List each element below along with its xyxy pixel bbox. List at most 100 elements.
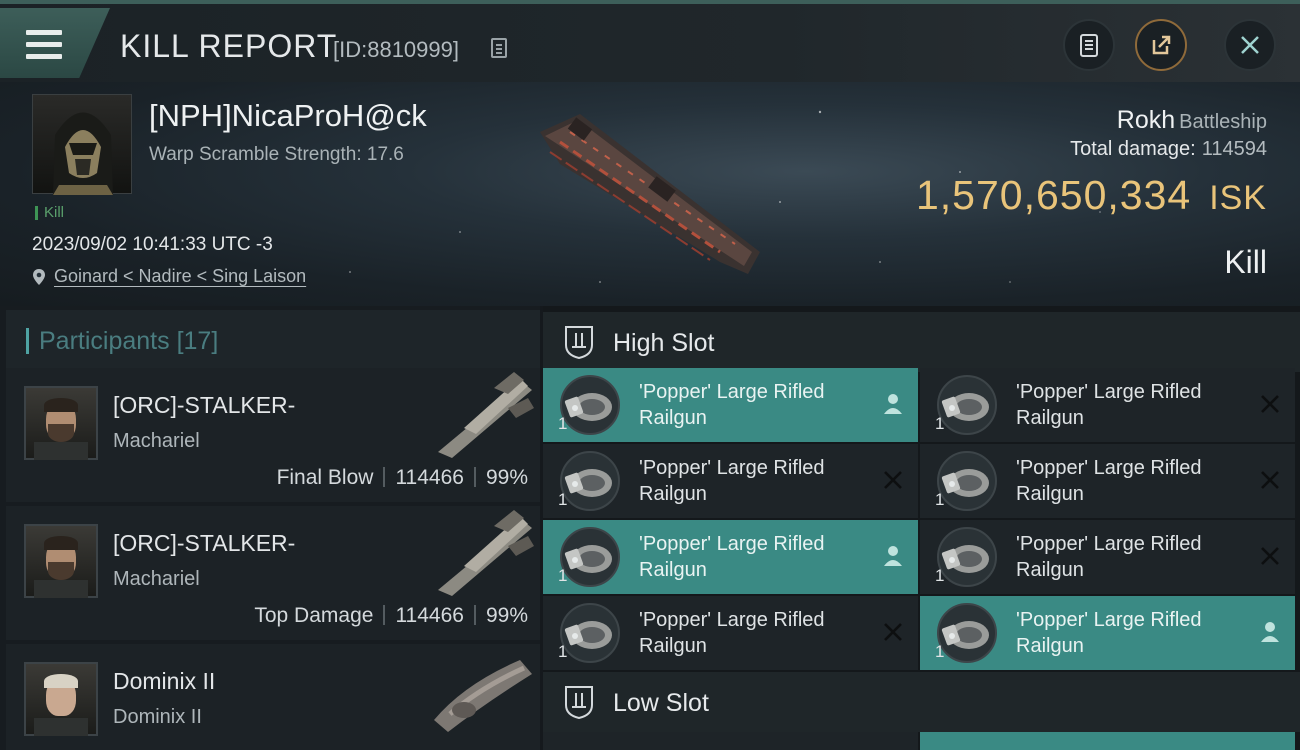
victim-avatar[interactable] <box>32 94 132 195</box>
high-slot-module[interactable]: 1 'Popper' Large Rifled Railgun <box>920 596 1295 670</box>
participant-name: Dominix II <box>113 668 216 694</box>
fitting-panel: High Slot 1 'Popper' Large Rifled Railgun… <box>543 306 1300 750</box>
participant-percent: 99% <box>485 604 528 627</box>
participant-ship: Dominix II <box>113 706 202 728</box>
menu-button[interactable] <box>0 8 110 78</box>
railgun-module-icon <box>560 527 620 587</box>
railgun-module-icon <box>937 527 997 587</box>
location-link[interactable]: Goinard < Nadire < Sing Laison <box>54 266 306 287</box>
module-name: 'Popper' Large Rifled Railgun <box>639 609 825 657</box>
victim-ship-image <box>540 114 760 274</box>
participant-avatar[interactable] <box>24 524 98 598</box>
railgun-module-icon <box>937 451 997 511</box>
module-name: 'Popper' Large Rifled Railgun <box>1016 533 1202 581</box>
module-quantity: 1 <box>558 642 568 661</box>
participant-damage: 114466 <box>395 604 464 627</box>
person-icon <box>884 394 902 414</box>
railgun-module-icon <box>560 451 620 511</box>
participant-ship: Machariel <box>113 430 200 452</box>
victim-name[interactable]: [NPH]NicaProH@ck <box>149 98 427 134</box>
module-name: 'Popper' Large Rifled Railgun <box>1016 381 1202 429</box>
ship-class: Battleship <box>1179 111 1267 133</box>
kill-location[interactable]: Goinard < Nadire < Sing Laison <box>32 266 306 287</box>
clipboard-icon <box>1080 34 1098 57</box>
module-quantity: 1 <box>935 414 945 433</box>
person-icon <box>1261 622 1279 642</box>
participants-header: Participants [17] <box>6 310 540 370</box>
high-slot-module[interactable]: 1 'Popper' Large Rifled Railgun <box>543 368 918 442</box>
module-name: 'Popper' Large Rifled Railgun <box>1016 609 1202 657</box>
participant-role: Final Blow <box>276 466 374 489</box>
participants-count: [17] <box>176 327 219 355</box>
low-slot-header: Low Slot <box>543 672 1300 732</box>
isk-unit: ISK <box>1209 179 1267 217</box>
railgun-module-icon <box>937 603 997 663</box>
share-button[interactable] <box>1135 19 1187 71</box>
isk-amount: 1,570,650,334 <box>915 172 1192 218</box>
module-name: 'Popper' Large Rifled Railgun <box>639 457 825 505</box>
high-slot-header: High Slot <box>543 312 1300 372</box>
low-slot-module-peek[interactable] <box>543 732 918 750</box>
warp-scramble-strength: Warp Scramble Strength: 17.6 <box>149 144 404 165</box>
hamburger-menu-icon <box>26 30 62 60</box>
isk-value: 1,570,650,334 ISK <box>916 172 1267 219</box>
module-quantity: 1 <box>558 566 568 585</box>
top-bar: KILL REPORT [ID:8810999] <box>0 0 1300 82</box>
victim-summary: [NPH]NicaProH@ck Warp Scramble Strength:… <box>0 82 1300 306</box>
low-slot-title: Low Slot <box>613 689 709 717</box>
participant-avatar[interactable] <box>24 662 98 736</box>
high-slot-module[interactable]: 1 'Popper' Large Rifled Railgun <box>920 520 1295 594</box>
close-button[interactable] <box>1224 19 1276 71</box>
participants-label: Participants <box>39 327 170 355</box>
kill-report-screen: KILL REPORT [ID:8810999] [NPH]NicaProH@c… <box>0 0 1300 750</box>
participant-row[interactable]: Dominix II Dominix II <box>6 644 540 750</box>
high-slot-module[interactable]: 1 'Popper' Large Rifled Railgun <box>920 368 1295 442</box>
copy-icon[interactable] <box>491 38 507 58</box>
module-name: 'Popper' Large Rifled Railgun <box>639 381 825 429</box>
high-slot-title: High Slot <box>613 329 715 357</box>
railgun-module-icon <box>560 603 620 663</box>
railgun-module-icon <box>937 375 997 435</box>
module-quantity: 1 <box>935 642 945 661</box>
participants-title: Participants [17] <box>26 328 218 354</box>
participant-row[interactable]: [ORC]-STALKER- Machariel Final Blow 11446… <box>6 368 540 502</box>
x-icon <box>1261 471 1279 489</box>
ship-name: Rokh <box>1116 106 1176 134</box>
participant-ship-image <box>434 660 532 732</box>
module-quantity: 1 <box>935 566 945 585</box>
close-icon <box>1241 36 1259 54</box>
share-icon <box>1152 35 1171 55</box>
kill-tag: Kill <box>35 205 64 220</box>
module-quantity: 1 <box>558 490 568 509</box>
module-quantity: 1 <box>558 414 568 433</box>
high-slot-module[interactable]: 1 'Popper' Large Rifled Railgun <box>920 444 1295 518</box>
low-slot-icon <box>565 686 593 719</box>
railgun-module-icon <box>560 375 620 435</box>
x-icon <box>1261 547 1279 565</box>
clipboard-button[interactable] <box>1063 19 1115 71</box>
x-icon <box>1261 395 1279 413</box>
participant-stats: Top Damage 114466 99% <box>254 604 528 628</box>
hooded-pilot-portrait <box>53 112 113 195</box>
total-damage-label: Total damage: <box>1070 138 1196 160</box>
participants-panel: Participants [17] [ORC]-STALKER- Machari… <box>0 306 540 750</box>
participant-name: [ORC]-STALKER- <box>113 392 296 418</box>
participant-percent: 99% <box>485 466 528 489</box>
low-slot-module-peek[interactable] <box>920 732 1295 750</box>
participant-damage: 114466 <box>395 466 464 489</box>
participant-stats: Final Blow 114466 99% <box>277 466 528 490</box>
high-slot-module[interactable]: 1 'Popper' Large Rifled Railgun <box>543 596 918 670</box>
participant-role: Top Damage <box>254 604 374 627</box>
x-icon <box>884 623 902 641</box>
participant-ship-image <box>438 372 534 458</box>
participant-row[interactable]: [ORC]-STALKER- Machariel Top Damage 11446… <box>6 506 540 640</box>
report-id: [ID:8810999] <box>333 37 459 62</box>
total-damage-value: 114594 <box>1201 138 1267 160</box>
high-slot-icon <box>565 326 593 359</box>
high-slot-module[interactable]: 1 'Popper' Large Rifled Railgun <box>543 444 918 518</box>
participant-name: [ORC]-STALKER- <box>113 530 296 556</box>
person-icon <box>884 546 902 566</box>
page-title: KILL REPORT <box>120 28 338 64</box>
participant-avatar[interactable] <box>24 386 98 460</box>
high-slot-module[interactable]: 1 'Popper' Large Rifled Railgun <box>543 520 918 594</box>
